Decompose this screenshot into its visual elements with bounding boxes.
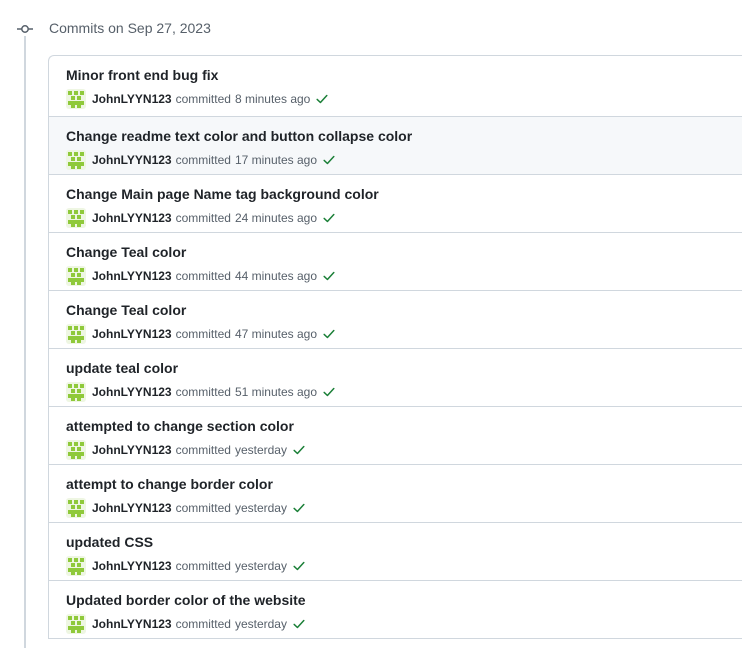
author-avatar[interactable] xyxy=(66,208,86,228)
commit-author-link[interactable]: JohnLYYN123 xyxy=(92,443,172,457)
commit-verb: committed xyxy=(175,559,231,573)
commit-author-link[interactable]: JohnLYYN123 xyxy=(92,385,172,399)
commit-verb: committed xyxy=(175,153,231,167)
check-icon[interactable] xyxy=(292,501,306,515)
check-icon[interactable] xyxy=(292,443,306,457)
commit-title-link[interactable]: updated CSS xyxy=(66,534,153,550)
commit-author-link[interactable]: JohnLYYN123 xyxy=(92,501,172,515)
commit-list: Minor front end bug fix JohnLYYN123 comm… xyxy=(48,55,742,639)
commit-title-link[interactable]: attempt to change border color xyxy=(66,476,273,492)
commit-author-link[interactable]: JohnLYYN123 xyxy=(92,92,172,106)
commit-relative-time: 44 minutes ago xyxy=(234,269,318,283)
author-avatar[interactable] xyxy=(66,614,86,634)
check-icon[interactable] xyxy=(322,153,336,167)
commit-title-link[interactable]: Change readme text color and button coll… xyxy=(66,128,412,144)
commit-author-link[interactable]: JohnLYYN123 xyxy=(92,327,172,341)
commit-title-link[interactable]: Change Teal color xyxy=(66,244,186,260)
commit-row: updated CSS JohnLYYN123 committed yester… xyxy=(49,522,742,580)
commit-row: Change Teal color JohnLYYN123 committed … xyxy=(49,232,742,290)
check-icon[interactable] xyxy=(322,211,336,225)
check-icon[interactable] xyxy=(292,617,306,631)
check-icon[interactable] xyxy=(292,559,306,573)
commit-meta: JohnLYYN123 committed 44 minutes ago xyxy=(66,266,336,286)
commit-verb: committed xyxy=(175,385,231,399)
commit-row: update teal color JohnLYYN123 committed … xyxy=(49,348,742,406)
commit-verb: committed xyxy=(175,269,231,283)
commit-author-link[interactable]: JohnLYYN123 xyxy=(92,153,172,167)
commit-title-link[interactable]: update teal color xyxy=(66,360,178,376)
commit-verb: committed xyxy=(175,211,231,225)
git-commit-icon xyxy=(17,25,33,33)
commit-relative-time: 17 minutes ago xyxy=(234,153,318,167)
author-avatar[interactable] xyxy=(66,440,86,460)
commit-row: Change Teal color JohnLYYN123 committed … xyxy=(49,290,742,348)
commit-author-link[interactable]: JohnLYYN123 xyxy=(92,269,172,283)
commit-relative-time: yesterday xyxy=(234,501,287,515)
author-avatar[interactable] xyxy=(66,556,86,576)
commit-verb: committed xyxy=(175,327,231,341)
commit-title-link[interactable]: Change Teal color xyxy=(66,302,186,318)
commit-row: Change Main page Name tag background col… xyxy=(49,174,742,232)
commit-author-link[interactable]: JohnLYYN123 xyxy=(92,559,172,573)
author-avatar[interactable] xyxy=(66,89,86,109)
author-avatar[interactable] xyxy=(66,324,86,344)
commit-relative-time: yesterday xyxy=(234,617,287,631)
commit-verb: committed xyxy=(175,92,231,106)
author-avatar[interactable] xyxy=(66,150,86,170)
timeline-line xyxy=(24,36,26,648)
check-icon[interactable] xyxy=(322,269,336,283)
commit-row: Updated border color of the website John… xyxy=(49,580,742,638)
commit-verb: committed xyxy=(175,617,231,631)
check-icon[interactable] xyxy=(322,327,336,341)
commit-row: attempted to change section color JohnLY… xyxy=(49,406,742,464)
commit-meta: JohnLYYN123 committed 8 minutes ago xyxy=(66,89,329,109)
commit-row: attempt to change border color JohnLYYN1… xyxy=(49,464,742,522)
commit-meta: JohnLYYN123 committed 51 minutes ago xyxy=(66,382,336,402)
commit-relative-time: 51 minutes ago xyxy=(234,385,318,399)
commit-verb: committed xyxy=(175,501,231,515)
check-icon[interactable] xyxy=(315,92,329,106)
commit-author-link[interactable]: JohnLYYN123 xyxy=(92,211,172,225)
commit-relative-time: 24 minutes ago xyxy=(234,211,318,225)
author-avatar[interactable] xyxy=(66,266,86,286)
commit-relative-time: yesterday xyxy=(234,559,287,573)
commit-meta: JohnLYYN123 committed yesterday xyxy=(66,556,306,576)
commit-meta: JohnLYYN123 committed 47 minutes ago xyxy=(66,324,336,344)
commit-title-link[interactable]: Updated border color of the website xyxy=(66,592,306,608)
commit-relative-time: 8 minutes ago xyxy=(234,92,311,106)
commit-meta: JohnLYYN123 committed yesterday xyxy=(66,614,306,634)
commit-title-link[interactable]: Change Main page Name tag background col… xyxy=(66,186,379,202)
commit-meta: JohnLYYN123 committed 24 minutes ago xyxy=(66,208,336,228)
check-icon[interactable] xyxy=(322,385,336,399)
commit-author-link[interactable]: JohnLYYN123 xyxy=(92,617,172,631)
commit-title-link[interactable]: Minor front end bug fix xyxy=(66,67,218,83)
commit-group-title: Commits on Sep 27, 2023 xyxy=(49,20,211,36)
commit-title-link[interactable]: attempted to change section color xyxy=(66,418,294,434)
commit-meta: JohnLYYN123 committed yesterday xyxy=(66,498,306,518)
commit-meta: JohnLYYN123 committed yesterday xyxy=(66,440,306,460)
commit-relative-time: yesterday xyxy=(234,443,287,457)
commit-meta: JohnLYYN123 committed 17 minutes ago xyxy=(66,150,336,170)
author-avatar[interactable] xyxy=(66,382,86,402)
commit-row: Minor front end bug fix JohnLYYN123 comm… xyxy=(49,56,742,116)
author-avatar[interactable] xyxy=(66,498,86,518)
commit-relative-time: 47 minutes ago xyxy=(234,327,318,341)
commit-row: Change readme text color and button coll… xyxy=(49,116,742,174)
commit-verb: committed xyxy=(175,443,231,457)
